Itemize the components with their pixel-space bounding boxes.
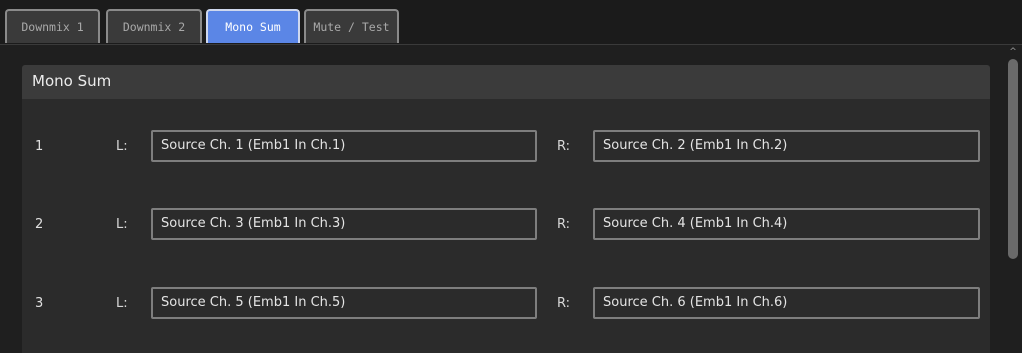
tab-downmix-2[interactable]: Downmix 2: [106, 9, 202, 43]
left-source-select[interactable]: Source Ch. 5 (Emb1 In Ch.5): [151, 287, 537, 319]
left-source-select[interactable]: Source Ch. 3 (Emb1 In Ch.3): [151, 208, 537, 240]
row-number: 3: [35, 296, 44, 311]
row-number: 1: [35, 139, 44, 154]
left-source-select[interactable]: Source Ch. 1 (Emb1 In Ch.1): [151, 130, 537, 162]
vertical-scrollbar[interactable]: ^: [1004, 45, 1022, 353]
mono-sum-row: 2 L: Source Ch. 3 (Emb1 In Ch.3) R: Sour…: [22, 208, 990, 242]
content-area: Mono Sum 1 L: Source Ch. 1 (Emb1 In Ch.1…: [0, 45, 1022, 353]
left-channel-label: L:: [116, 296, 128, 311]
mono-sum-row: 3 L: Source Ch. 5 (Emb1 In Ch.5) R: Sour…: [22, 287, 990, 321]
chevron-up-icon[interactable]: ^: [1008, 47, 1018, 57]
app-window: Downmix 1 Downmix 2 Mono Sum Mute / Test…: [0, 0, 1022, 353]
right-source-select[interactable]: Source Ch. 2 (Emb1 In Ch.2): [593, 130, 980, 162]
right-channel-label: R:: [557, 139, 571, 154]
panel-body: 1 L: Source Ch. 1 (Emb1 In Ch.1) R: Sour…: [22, 99, 990, 353]
scrollbar-thumb[interactable]: [1008, 59, 1018, 259]
right-channel-label: R:: [557, 217, 571, 232]
mono-sum-row: 1 L: Source Ch. 1 (Emb1 In Ch.1) R: Sour…: [22, 130, 990, 164]
panel-title: Mono Sum: [32, 72, 112, 90]
right-source-select[interactable]: Source Ch. 6 (Emb1 In Ch.6): [593, 287, 980, 319]
left-channel-label: L:: [116, 139, 128, 154]
tab-downmix-1[interactable]: Downmix 1: [5, 9, 100, 43]
tab-mono-sum[interactable]: Mono Sum: [206, 9, 300, 43]
right-channel-label: R:: [557, 296, 571, 311]
right-source-select[interactable]: Source Ch. 4 (Emb1 In Ch.4): [593, 208, 980, 240]
tab-mute-test[interactable]: Mute / Test: [304, 9, 399, 43]
row-number: 2: [35, 217, 44, 232]
left-channel-label: L:: [116, 217, 128, 232]
tab-bar: Downmix 1 Downmix 2 Mono Sum Mute / Test: [0, 0, 1022, 45]
panel-header: Mono Sum: [22, 65, 990, 99]
